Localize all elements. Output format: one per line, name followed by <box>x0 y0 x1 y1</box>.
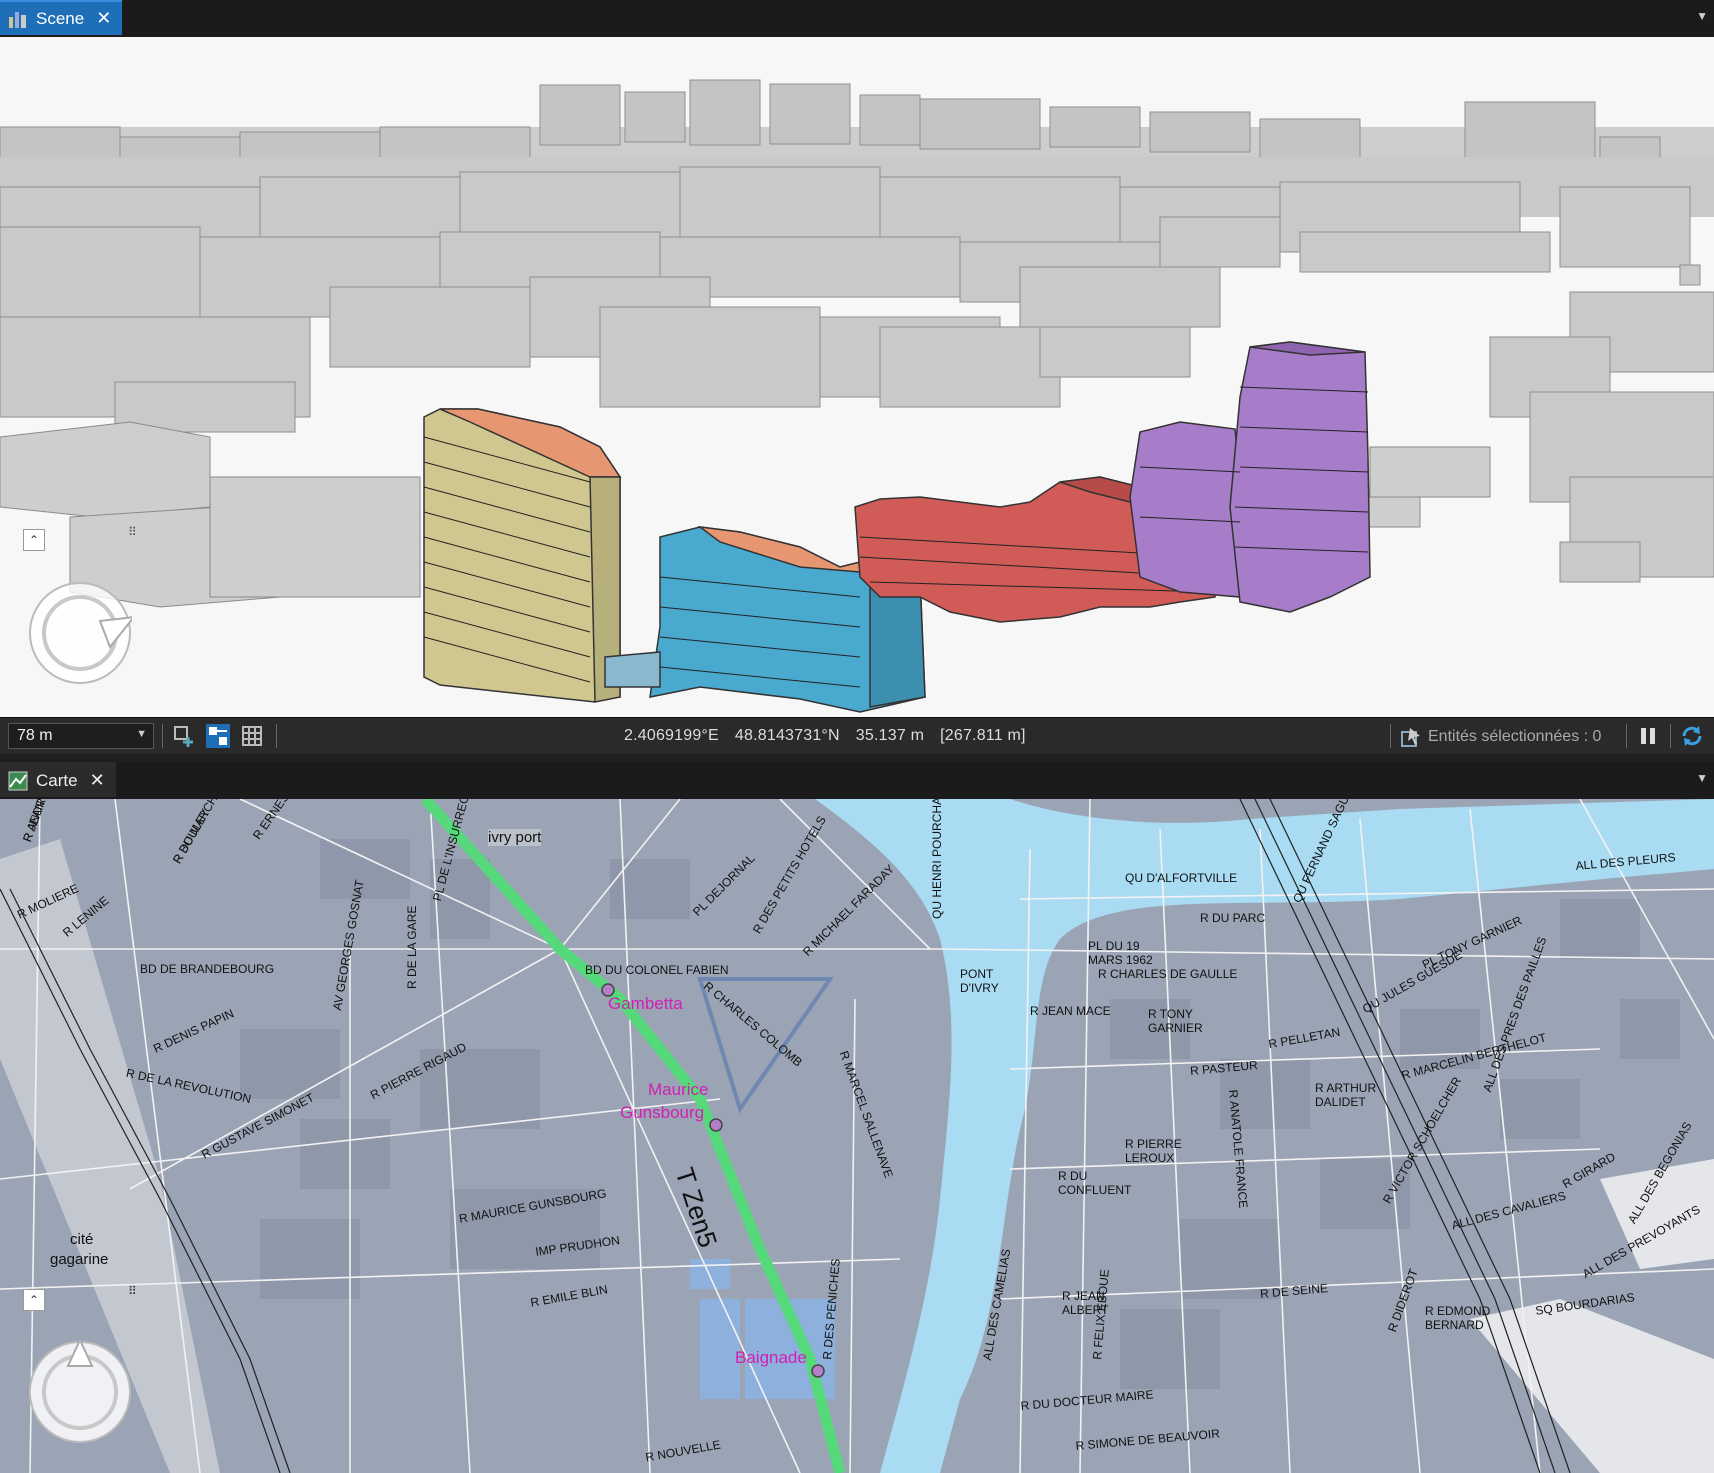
street-label: R JEAN ALBERT <box>1062 1289 1109 1317</box>
street-label: R EDMOND BERNARD <box>1425 1304 1491 1332</box>
snapping-icon[interactable] <box>206 724 230 748</box>
map-icon <box>8 771 28 791</box>
chevron-down-icon[interactable]: ▼ <box>1696 771 1708 785</box>
separator <box>1670 724 1671 748</box>
street-label: BD DE BRANDEBOURG <box>140 962 275 976</box>
scene-icon <box>8 9 28 29</box>
drag-handle-icon[interactable]: ⠿ <box>128 525 137 539</box>
street-label: R TONY GARNIER <box>1148 1007 1203 1035</box>
chevron-down-icon: ▼ <box>136 728 147 740</box>
scene-tab-bar: Scene ✕ ▼ <box>0 0 1714 38</box>
street-label: R ARTHUR DALIDET <box>1315 1081 1377 1109</box>
tab-scene[interactable]: Scene ✕ <box>0 0 122 35</box>
station-label-maurice: Maurice <box>648 1080 709 1099</box>
longitude: 2.4069199°E <box>624 727 719 744</box>
tab-carte-label: Carte <box>36 770 78 790</box>
street-label: PL DU 19 MARS 1962 <box>1088 939 1153 967</box>
map-tab-bar: Carte ✕ ▼ <box>0 762 1714 800</box>
elevation-bracket: [267.811 m] <box>940 727 1026 744</box>
street-label: QU HENRI POURCHASSE <box>930 799 944 919</box>
selection-status[interactable]: Entités sélectionnées : 0 <box>1400 726 1601 748</box>
map-view[interactable]: ivry port Gambetta Maurice Gunsbourg Bai… <box>0 799 1714 1473</box>
street-label: R DU CONFLUENT <box>1058 1169 1132 1197</box>
close-icon[interactable]: ✕ <box>90 770 105 791</box>
selection-icon <box>1401 728 1420 747</box>
place-label-gagarine: gagarine <box>50 1251 109 1268</box>
latitude: 48.8143731°N <box>734 727 840 744</box>
scale-value: 78 m <box>17 727 53 744</box>
scale-dropdown[interactable]: 78 m ▼ <box>8 723 154 749</box>
street-label: BD DU COLONEL FABIEN <box>585 963 729 977</box>
navigator-compass-icon[interactable] <box>28 581 132 685</box>
station-label-baignade: Baignade <box>735 1348 807 1367</box>
scene-canvas <box>0 79 1714 713</box>
navigator-compass-icon[interactable] <box>28 1340 132 1444</box>
expand-navigator-button[interactable]: ⌃ <box>23 529 45 551</box>
expand-navigator-button[interactable]: ⌃ <box>23 1289 45 1311</box>
separator <box>276 724 277 748</box>
station-label-gambetta: Gambetta <box>608 994 683 1013</box>
street-label: PONT D'IVRY <box>960 967 999 995</box>
selected-count-label: Entités sélectionnées : 0 <box>1428 728 1602 745</box>
pause-icon[interactable] <box>1636 724 1660 748</box>
place-label-ivry-port: ivry port <box>488 829 542 846</box>
chevron-down-icon[interactable]: ▼ <box>1696 9 1708 23</box>
close-icon[interactable]: ✕ <box>96 8 111 29</box>
street-label: R DU PARC <box>1200 911 1266 925</box>
tab-scene-label: Scene <box>36 8 85 28</box>
separator <box>162 724 163 748</box>
building-purple <box>1129 341 1371 613</box>
street-label: R CHARLES DE GAULLE <box>1098 967 1238 981</box>
elevation: 35.137 m <box>855 727 925 744</box>
refresh-icon[interactable] <box>1680 724 1704 748</box>
separator <box>1390 724 1391 748</box>
add-layer-icon[interactable] <box>172 724 196 748</box>
scene-status-bar: 78 m ▼ 2.4069199°E 48.8143731°N 35.137 m [2… <box>0 717 1714 754</box>
tab-carte[interactable]: Carte ✕ <box>0 762 116 797</box>
scene-view[interactable]: ⌃ ⠿ <box>0 37 1714 717</box>
building-yellow <box>423 408 622 703</box>
station-label-gunsbourg: Gunsbourg <box>620 1103 705 1122</box>
drag-handle-icon[interactable]: ⠿ <box>128 1284 137 1298</box>
street-label: R JEAN MACE <box>1030 1004 1111 1018</box>
street-label: R DE LA GARE <box>405 905 419 989</box>
street-label: R PIERRE LEROUX <box>1125 1137 1182 1165</box>
place-label-cite: cité <box>70 1231 94 1248</box>
separator <box>1626 724 1627 748</box>
street-label: QU D'ALFORTVILLE <box>1125 871 1238 885</box>
coordinate-readout: 2.4069199°E 48.8143731°N 35.137 m [267.811 … <box>624 727 1042 745</box>
grid-icon[interactable] <box>240 724 264 748</box>
